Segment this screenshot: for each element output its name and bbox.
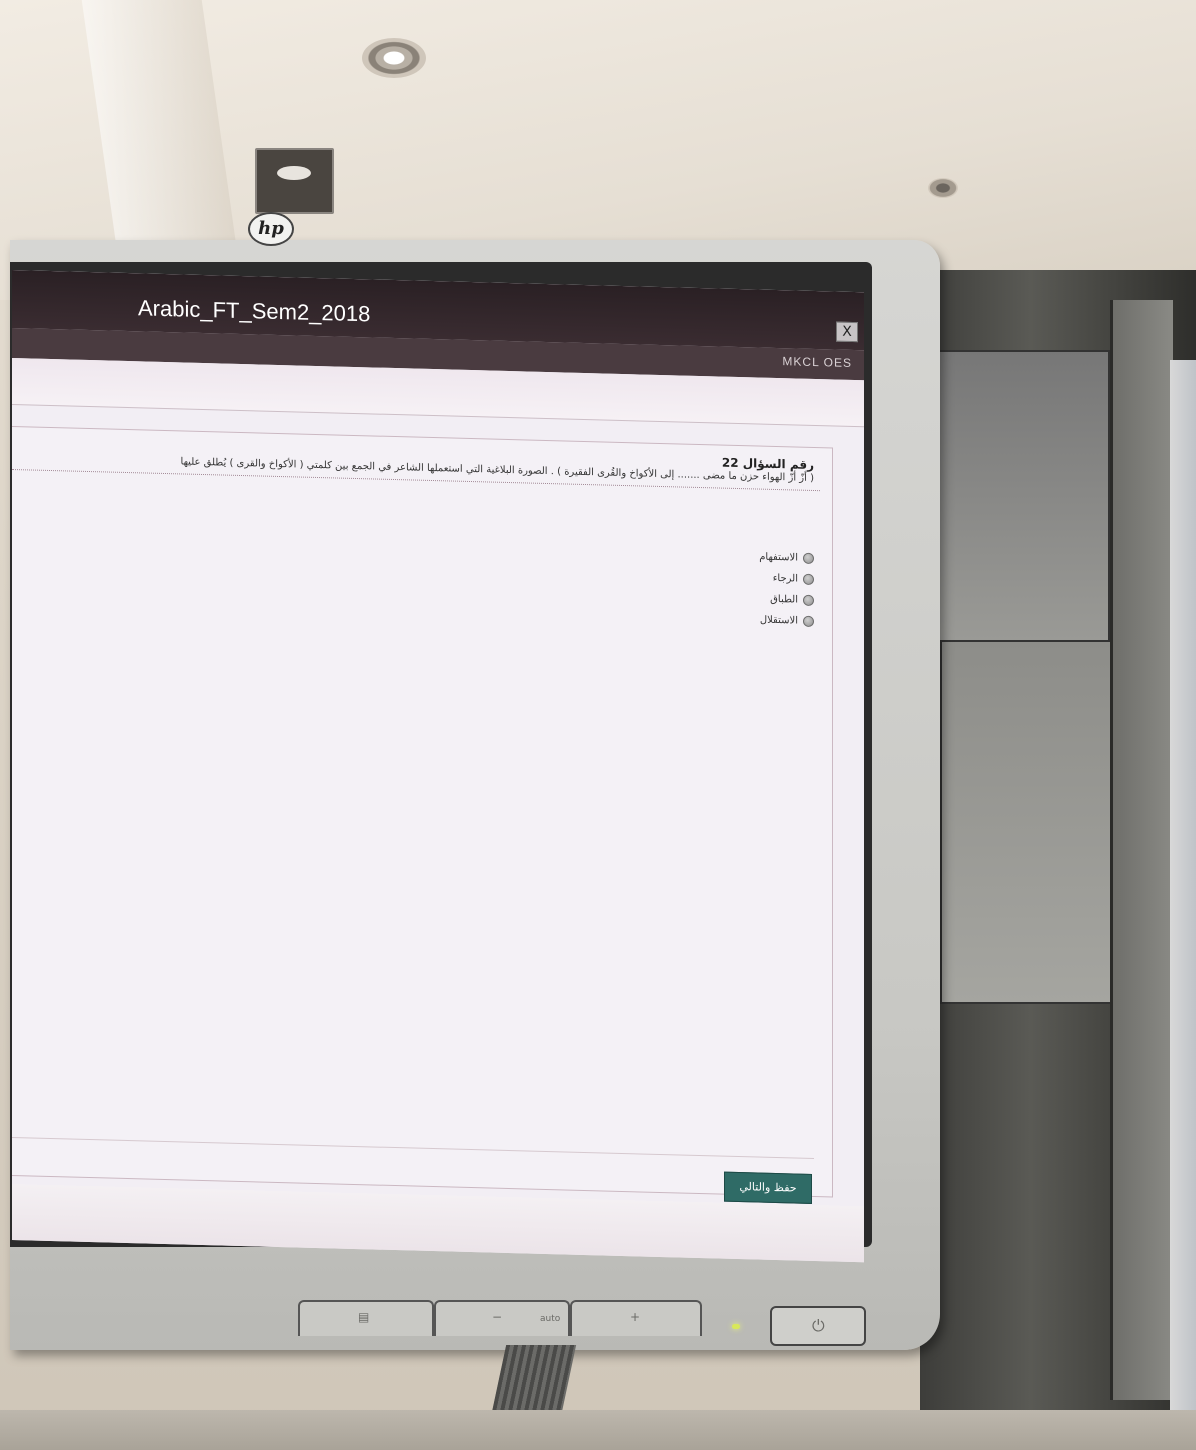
question-text: ( أزّ أزّ الهواء حزن ما مضى ....... إلى … <box>180 456 814 485</box>
ceiling-sensor-icon <box>928 178 958 198</box>
menu-icon: ▤ <box>358 1310 370 1324</box>
monitor-mount-bracket <box>255 148 334 214</box>
exam-screen: Arabic_FT_Sem2_2018 X MKCL OES رقم السؤا… <box>12 270 864 1263</box>
answer-options: الاستفهام الرجاء الطباق الاستقلال <box>759 547 814 632</box>
option-label: الطباق <box>770 593 798 606</box>
power-icon: ⏻ <box>812 1316 825 1335</box>
radio-button-icon[interactable] <box>803 594 814 607</box>
footer-divider <box>12 1137 814 1160</box>
option-item[interactable]: الاستفهام <box>759 547 814 569</box>
desk-edge <box>0 1410 1196 1450</box>
auto-label: auto <box>540 1314 561 1324</box>
power-button[interactable]: ⏻ <box>770 1306 866 1346</box>
right-wall <box>1170 360 1196 1450</box>
plus-icon: + <box>630 1310 641 1324</box>
radio-button-icon[interactable] <box>803 552 814 565</box>
ceiling-light-icon <box>362 38 426 78</box>
power-led-icon <box>732 1324 740 1329</box>
org-label: MKCL OES <box>782 354 852 370</box>
option-item[interactable]: الاستقلال <box>759 610 814 632</box>
cabinet-door <box>1110 300 1173 1400</box>
close-button[interactable]: X <box>836 321 858 343</box>
option-item[interactable]: الرجاء <box>759 568 814 590</box>
menu-button[interactable]: ▤ <box>298 1300 434 1336</box>
minus-auto-button[interactable]: − auto <box>434 1300 570 1336</box>
radio-button-icon[interactable] <box>803 573 814 586</box>
minus-icon: − <box>492 1310 503 1324</box>
window-title: Arabic_FT_Sem2_2018 <box>138 295 371 327</box>
option-label: الاستقلال <box>759 614 798 627</box>
option-label: الاستفهام <box>759 551 798 564</box>
cabinet-panel-lower <box>940 640 1119 1004</box>
option-label: الرجاء <box>772 572 798 585</box>
radio-button-icon[interactable] <box>803 615 814 628</box>
save-next-button[interactable]: حفظ والتالي <box>724 1171 812 1204</box>
question-panel: رقم السؤال 22 ( أزّ أزّ الهواء حزن ما مض… <box>12 426 833 1204</box>
plus-input-button[interactable]: + <box>570 1300 702 1336</box>
option-item[interactable]: الطباق <box>759 589 814 611</box>
hp-logo-icon: hp <box>248 212 294 246</box>
cabinet-panel-upper <box>936 350 1110 644</box>
